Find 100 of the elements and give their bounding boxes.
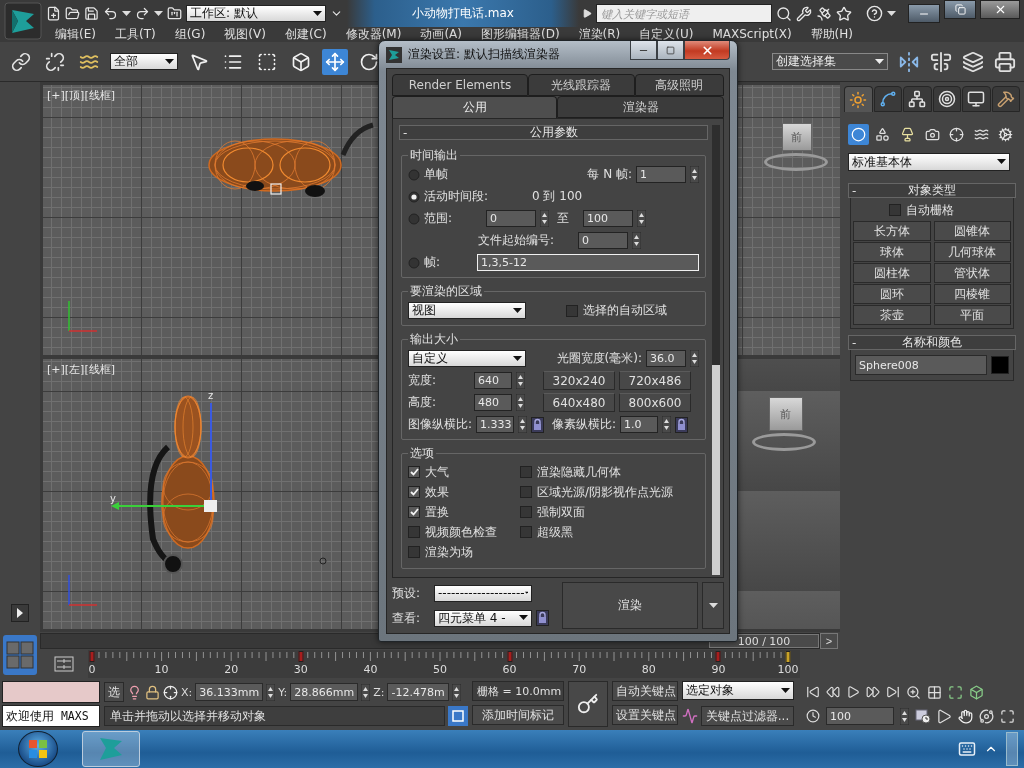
- object-type-button[interactable]: 四棱锥: [933, 284, 1011, 304]
- x-coordinate-field[interactable]: 36.133mm: [195, 683, 264, 701]
- panel-tab[interactable]: [844, 86, 873, 112]
- curve-icon[interactable]: [682, 708, 698, 724]
- viewport-label[interactable]: [+][左][线框]: [47, 362, 115, 377]
- keyframe-marker[interactable]: [507, 651, 513, 662]
- keyframe-marker[interactable]: [89, 651, 95, 662]
- checkbox[interactable]: [520, 486, 532, 498]
- search-icon[interactable]: [776, 5, 792, 22]
- close-button[interactable]: [684, 41, 730, 60]
- checkbox[interactable]: [889, 204, 901, 216]
- checkbox[interactable]: [408, 486, 420, 498]
- new-file-icon[interactable]: [46, 6, 61, 21]
- spinner-arrows-icon[interactable]: [632, 232, 641, 249]
- tab[interactable]: 光线跟踪器: [527, 74, 635, 96]
- keyboard-icon[interactable]: [958, 740, 976, 758]
- set-key-button[interactable]: 设置关键点: [612, 705, 678, 725]
- view-dropdown[interactable]: 四元菜单 4 -: [434, 609, 532, 627]
- workspace-dropdown[interactable]: 工作区: 默认: [186, 5, 326, 22]
- scrollbar[interactable]: [712, 125, 720, 575]
- checkbox[interactable]: [566, 304, 578, 317]
- auto-key-button[interactable]: 自动关键点: [612, 681, 678, 701]
- current-frame-field[interactable]: 100: [826, 707, 894, 725]
- file-number-field[interactable]: 0: [578, 232, 628, 249]
- menu-item[interactable]: 工具(T): [114, 27, 156, 42]
- object-type-button[interactable]: 圆柱体: [853, 263, 931, 283]
- zoom-all-icon[interactable]: [927, 684, 942, 700]
- minimize-button[interactable]: [630, 41, 657, 60]
- resolution-preset-button[interactable]: 720x486: [619, 371, 691, 390]
- spinner-arrows-icon[interactable]: [900, 707, 909, 725]
- panel-tab[interactable]: [991, 86, 1020, 112]
- named-selection-dropdown[interactable]: 创建选择集: [772, 53, 888, 70]
- menu-item[interactable]: 帮助(H): [810, 27, 853, 42]
- spinner-arrows-icon[interactable]: [518, 416, 528, 433]
- layers-icon[interactable]: [962, 50, 984, 73]
- keyframe-marker[interactable]: [715, 651, 721, 662]
- spinner-arrows-icon[interactable]: [516, 372, 525, 389]
- target-icon[interactable]: [937, 90, 956, 108]
- menu-item[interactable]: 自定义(U): [639, 27, 694, 42]
- time-config-icon[interactable]: [915, 708, 931, 724]
- tab[interactable]: 公用: [392, 96, 558, 118]
- key-icon[interactable]: [577, 693, 599, 715]
- zoom-icon[interactable]: [906, 684, 921, 700]
- zoom-extents-icon[interactable]: [948, 684, 963, 700]
- hierarchy-icon[interactable]: [908, 90, 927, 108]
- sun-icon[interactable]: [849, 90, 868, 109]
- mirror-icon[interactable]: [898, 50, 920, 73]
- menu-item[interactable]: 创建(C): [284, 27, 327, 42]
- caret-icon[interactable]: [875, 58, 884, 65]
- wrench-icon[interactable]: [796, 5, 812, 22]
- key-filters-button[interactable]: 关键点过滤器...: [701, 706, 794, 726]
- width-field[interactable]: 640: [474, 372, 512, 389]
- menu-item[interactable]: 编辑(E): [55, 27, 96, 42]
- collapse-toggle[interactable]: -: [400, 125, 414, 140]
- move-gizmo[interactable]: [111, 402, 217, 512]
- folder-icon[interactable]: [65, 6, 80, 21]
- viewport-label[interactable]: [+][顶][线框]: [47, 88, 115, 103]
- checkbox[interactable]: [408, 526, 420, 538]
- menu-item[interactable]: 图形编辑器(D): [480, 27, 560, 42]
- object-type-button[interactable]: 几何球体: [933, 242, 1011, 262]
- minimize-button[interactable]: [908, 4, 940, 23]
- spinner-arrows-icon[interactable]: [662, 416, 672, 433]
- z-coordinate-field[interactable]: -12.478m: [387, 683, 450, 701]
- render-options-button[interactable]: [702, 582, 724, 629]
- menu-item[interactable]: 组(G): [174, 27, 206, 42]
- frames-field[interactable]: 1,3,5-12: [477, 254, 699, 271]
- key-mode-dropdown[interactable]: 选定对象: [682, 681, 794, 700]
- lightbulb-icon[interactable]: [127, 684, 142, 700]
- key-mode-button[interactable]: [568, 681, 608, 727]
- viewcube[interactable]: 前: [781, 123, 812, 151]
- resolution-preset-button[interactable]: 640x480: [543, 393, 615, 412]
- go-to-end-icon[interactable]: [886, 685, 900, 699]
- sphere-icon[interactable]: [848, 124, 869, 145]
- object-type-button[interactable]: 茶壶: [853, 305, 931, 325]
- y-coordinate-field[interactable]: 28.866mm: [290, 683, 359, 701]
- object-name-field[interactable]: Sphere008: [855, 355, 987, 375]
- play-icon[interactable]: [846, 685, 860, 699]
- windows-flag-icon[interactable]: [28, 739, 48, 759]
- timeline-ruler[interactable]: 0 10 20 30 40 50 60 70 80 90 100: [88, 650, 800, 678]
- checkbox[interactable]: [520, 526, 532, 538]
- menu-item[interactable]: 视图(V): [224, 27, 266, 42]
- close-icon[interactable]: [700, 43, 714, 57]
- hammer-icon[interactable]: [996, 90, 1015, 108]
- render-area-dropdown[interactable]: 视图: [408, 302, 526, 319]
- spinner-arrows-icon[interactable]: [266, 683, 276, 701]
- satellite-icon[interactable]: [816, 5, 832, 22]
- zoom-extents-all-icon[interactable]: [969, 684, 984, 700]
- tab[interactable]: 渲染器: [557, 96, 724, 118]
- checkbox[interactable]: [408, 466, 420, 478]
- start-button[interactable]: [18, 731, 58, 767]
- star-icon[interactable]: [836, 5, 852, 22]
- caret-icon[interactable]: [313, 10, 322, 17]
- menu-item[interactable]: 渲染(R): [578, 27, 621, 42]
- go-to-start-icon[interactable]: [806, 685, 820, 699]
- caret-icon[interactable]: [513, 307, 522, 314]
- align-icon[interactable]: [930, 50, 952, 73]
- maximize-icon[interactable]: [666, 45, 675, 55]
- caret-icon[interactable]: [122, 10, 131, 17]
- object-type-button[interactable]: 圆锥体: [933, 221, 1011, 241]
- search-field[interactable]: 键入关键字或短语: [596, 4, 772, 23]
